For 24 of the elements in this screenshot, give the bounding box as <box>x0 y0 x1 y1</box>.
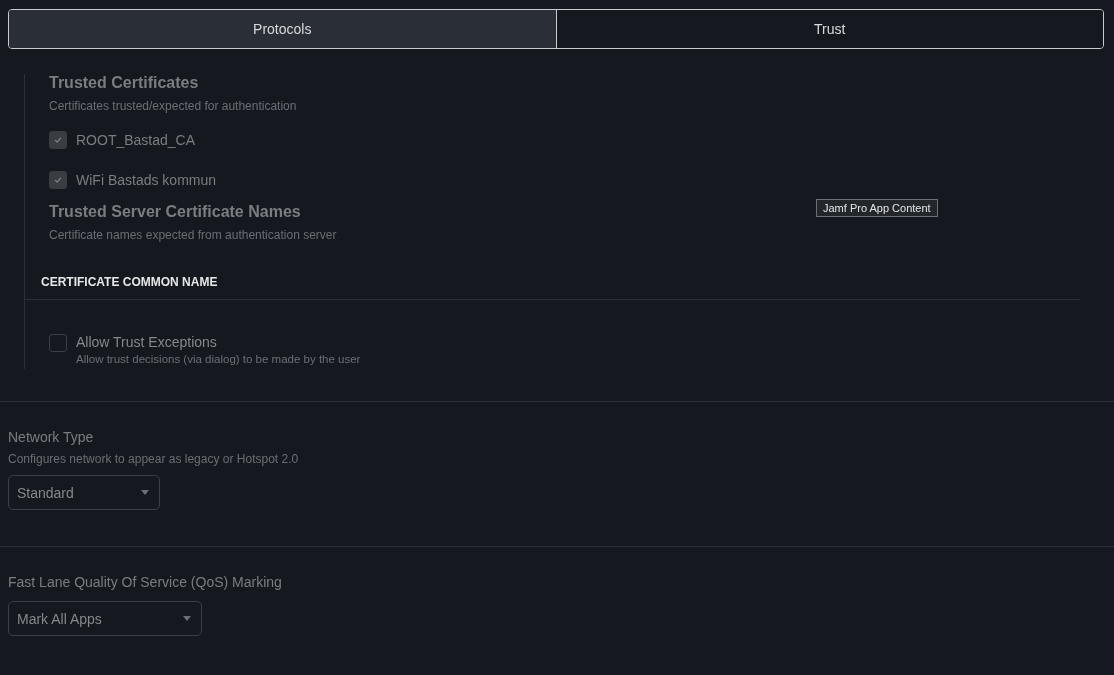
section-title: Trusted Certificates <box>49 74 199 92</box>
caret-icon <box>141 490 149 495</box>
field-label: Network Type <box>8 429 95 445</box>
checkbox[interactable] <box>49 131 67 149</box>
qos-marking-dropdown[interactable]: Mark All Apps <box>8 601 202 636</box>
checkmark-icon <box>53 135 63 145</box>
checkbox-label: Allow Trust Exceptions <box>76 334 218 350</box>
tab[interactable]: Trust <box>555 10 1103 48</box>
checkbox-description: Allow trust decisions (via dialog) to be made by the user <box>76 353 361 365</box>
caret-icon <box>183 616 191 621</box>
section-description: Certificates trusted/expected for authentication <box>49 99 297 113</box>
section-title: Trusted Server Certificate Names <box>49 203 301 221</box>
checkmark-icon <box>53 175 63 185</box>
tooltip: Jamf Pro App Content <box>816 199 938 217</box>
column-header: CERTIFICATE COMMON NAME <box>41 275 218 289</box>
checkbox-label: WiFi Bastads kommun <box>76 172 217 188</box>
checkbox-label: ROOT_Bastad_CA <box>76 132 196 148</box>
field-label: Fast Lane Quality Of Service (QoS) Marking <box>8 574 283 590</box>
field-description: Configures network to appear as legacy or Hotspot 2.0 <box>8 452 299 466</box>
tab[interactable]: Protocols <box>9 10 556 48</box>
section-description: Certificate names expected from authentication server <box>49 228 337 242</box>
network-type-dropdown[interactable]: Standard <box>8 475 160 510</box>
checkbox[interactable] <box>49 171 67 189</box>
checkbox[interactable] <box>49 334 67 352</box>
